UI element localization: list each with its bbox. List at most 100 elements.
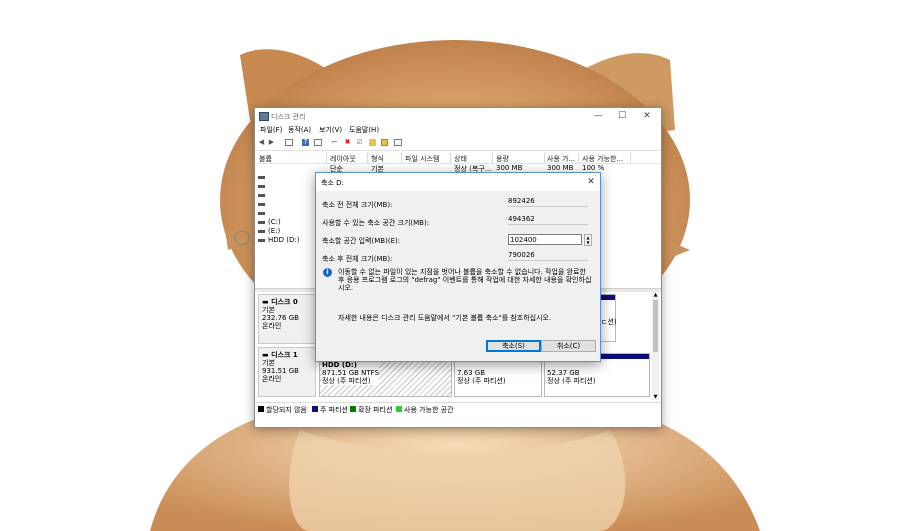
shrink-button[interactable]: 축소(S): [486, 340, 541, 352]
partition-text: 7.63 GB 정상 (주 파티션): [457, 369, 506, 385]
legend-free-space: 사용 가능한 공간: [404, 406, 454, 414]
window-title: 디스크 관리: [271, 113, 306, 121]
column-divider[interactable]: [544, 153, 545, 163]
volume-icon: [258, 212, 265, 215]
menu-file[interactable]: 파일(F): [260, 125, 282, 135]
volume-row[interactable]: [255, 209, 315, 218]
col-type[interactable]: 형식: [371, 154, 401, 164]
available-label: 사용할 수 있는 축소 공간 크기(MB):: [322, 219, 430, 227]
cancel-button[interactable]: 취소(C): [541, 340, 596, 352]
properties-icon[interactable]: [394, 139, 402, 146]
volume-icon: [258, 203, 265, 206]
col-volume[interactable]: 볼륨: [259, 154, 319, 164]
search-folder-icon[interactable]: [381, 139, 388, 146]
column-divider[interactable]: [450, 153, 451, 163]
toolbar: ◀ ▶ ? ⌐ ✖ ☑: [255, 136, 661, 151]
scroll-up-icon[interactable]: ▲: [652, 292, 659, 298]
volume-icon: [258, 221, 265, 224]
partition-text: HDD (D:) 871.51 GB NTFS 정상 (주 파티션): [322, 361, 380, 385]
shrink-dialog: 축소 D: ✕ 축소 전 전체 크기(MB): 892426 사용할 수 있는 …: [315, 172, 601, 362]
column-divider[interactable]: [401, 153, 402, 163]
disk-type: 기본: [262, 359, 275, 367]
volume-capacity: 300 MB: [496, 164, 523, 172]
info-icon: i: [323, 268, 332, 277]
column-divider[interactable]: [578, 153, 579, 163]
disk-management-icon: [259, 112, 269, 121]
col-filesystem[interactable]: 파일 시스템: [405, 154, 450, 164]
info-message: 이동할 수 없는 파일이 있는 지점을 벗어나 볼륨을 축소할 수 없습니다. …: [338, 268, 592, 292]
volume-row[interactable]: [255, 173, 315, 182]
column-divider[interactable]: [326, 153, 327, 163]
back-icon[interactable]: ◀: [258, 139, 265, 146]
col-percent-free[interactable]: 사용 가능한...: [582, 154, 630, 164]
legend-unallocated: 할당되지 않음: [266, 406, 307, 414]
console-icon[interactable]: [285, 139, 293, 146]
menu-view[interactable]: 보기(V): [319, 125, 342, 135]
scroll-thumb[interactable]: [653, 300, 658, 352]
disk-state: 온라인: [262, 375, 282, 383]
partition-status: ㄷ션): [601, 318, 617, 326]
volume-name: (E:): [268, 227, 281, 235]
col-layout[interactable]: 레이아웃: [330, 154, 368, 164]
maximize-button[interactable]: ☐: [613, 110, 631, 122]
volume-row[interactable]: [255, 191, 315, 200]
dialog-close-button[interactable]: ✕: [585, 176, 597, 188]
title-bar: 디스크 관리 — ☐ ✕: [255, 108, 661, 124]
disk-state: 온라인: [262, 322, 282, 330]
connect-icon[interactable]: ⌐: [331, 139, 338, 146]
close-button[interactable]: ✕: [638, 110, 656, 122]
volume-row[interactable]: [255, 182, 315, 191]
scroll-down-icon[interactable]: ▼: [652, 394, 659, 400]
disk-0-label[interactable]: ▬ 디스크 0 기본 232.76 GB 온라인: [258, 294, 316, 344]
disk-type: 기본: [262, 306, 275, 314]
disk-size: 232.76 GB: [262, 314, 299, 322]
folder-icon[interactable]: [369, 139, 376, 146]
volume-name: HDD (D:): [268, 236, 300, 244]
check-icon[interactable]: ☑: [356, 139, 363, 146]
shrink-amount-spinner[interactable]: ▲ ▼: [584, 234, 592, 246]
forward-icon[interactable]: ▶: [268, 139, 275, 146]
legend-extended: 확장 파티션: [358, 406, 393, 414]
volume-icon: [258, 194, 265, 197]
list-view-icon[interactable]: [314, 139, 322, 146]
volume-row[interactable]: (C:): [255, 218, 315, 227]
legend-swatch-primary: [312, 406, 318, 412]
shrink-amount-input[interactable]: [508, 234, 582, 245]
legend-swatch-unallocated: [258, 406, 264, 412]
dialog-title-bar: 축소 D: ✕: [316, 173, 600, 191]
disk-1-label[interactable]: ▬ 디스크 1 기본 931.51 GB 온라인: [258, 347, 316, 397]
volume-row[interactable]: (E:): [255, 227, 315, 236]
volume-row[interactable]: HDD (D:): [255, 236, 315, 245]
dialog-title: 축소 D:: [321, 179, 344, 187]
legend-swatch-free-space: [396, 406, 402, 412]
column-divider[interactable]: [630, 153, 631, 163]
total-before-value: 892426: [508, 197, 588, 207]
col-status[interactable]: 상태: [454, 154, 489, 164]
menu-help[interactable]: 도움말(H): [349, 125, 379, 135]
available-value: 494362: [508, 215, 588, 225]
col-free-space[interactable]: 사용 가...: [547, 154, 577, 164]
col-capacity[interactable]: 용량: [496, 154, 536, 164]
volume-name: (C:): [268, 218, 281, 226]
column-divider[interactable]: [367, 153, 368, 163]
column-divider[interactable]: [492, 153, 493, 163]
volume-list-header: 볼륨 레이아웃 형식 파일 시스템 상태 용량 사용 가... 사용 가능한..…: [255, 153, 661, 164]
help-icon[interactable]: ?: [302, 139, 309, 146]
shrink-amount-label: 축소할 공간 입력(MB)(E):: [322, 237, 401, 245]
volume-icon: [258, 230, 265, 233]
volume-icon: [258, 176, 265, 179]
total-after-label: 축소 후 전체 크기(MB):: [322, 255, 393, 263]
volume-icon: [258, 239, 265, 242]
volume-row[interactable]: [255, 200, 315, 209]
help-note: 자세한 내용은 디스크 관리 도움말에서 "기본 볼륨 축소"를 참조하십시오.: [338, 314, 552, 322]
disk-map-scrollbar[interactable]: ▲ ▼: [652, 292, 659, 400]
disk-name: ▬ 디스크 0: [262, 298, 298, 306]
menu-bar: 파일(F) 동작(A) 보기(V) 도움말(H): [255, 124, 661, 135]
menu-action[interactable]: 동작(A): [288, 125, 311, 135]
partition-text: 52.37 GB 정상 (주 파티션): [547, 369, 596, 385]
legend-swatch-extended: [350, 406, 356, 412]
legend: 할당되지 않음 주 파티션 확장 파티션 사용 가능한 공간: [255, 402, 661, 415]
legend-primary: 주 파티션: [320, 406, 348, 414]
minimize-button[interactable]: —: [589, 110, 607, 122]
delete-icon[interactable]: ✖: [344, 139, 351, 146]
